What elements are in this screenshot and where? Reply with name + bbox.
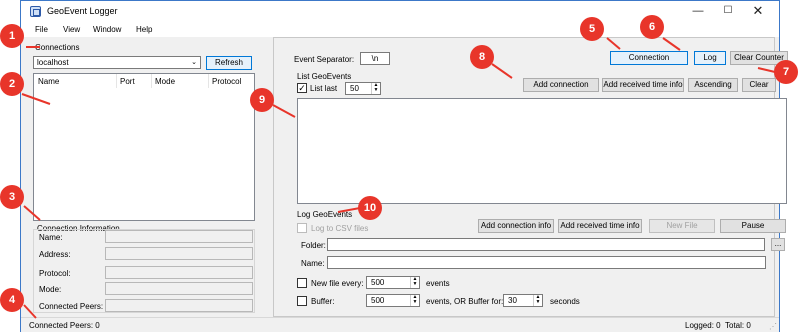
callout-badge-2: 2 xyxy=(0,72,24,96)
callout-badge-3: 3 xyxy=(0,185,24,209)
callout-arrow-8 xyxy=(491,63,513,79)
callout-arrow-6 xyxy=(662,37,681,51)
callout-arrow-4 xyxy=(23,304,37,319)
callout-arrow-7 xyxy=(757,67,776,73)
callout-badge-8: 8 xyxy=(470,45,494,69)
callout-badge-6: 6 xyxy=(640,15,664,39)
callout-badge-9: 9 xyxy=(250,88,274,112)
callout-badge-5: 5 xyxy=(580,17,604,41)
callout-arrow-10 xyxy=(337,207,361,213)
callout-badge-10: 10 xyxy=(358,196,382,220)
callout-badge-1: 1 xyxy=(0,24,24,48)
callout-badge-4: 4 xyxy=(0,288,24,312)
callout-arrows xyxy=(21,37,776,319)
callout-arrow-5 xyxy=(606,37,621,50)
callout-arrow-9 xyxy=(272,104,296,118)
callout-arrow-2 xyxy=(21,93,51,105)
callout-badge-7: 7 xyxy=(774,60,798,84)
callout-arrow-3 xyxy=(23,205,41,221)
